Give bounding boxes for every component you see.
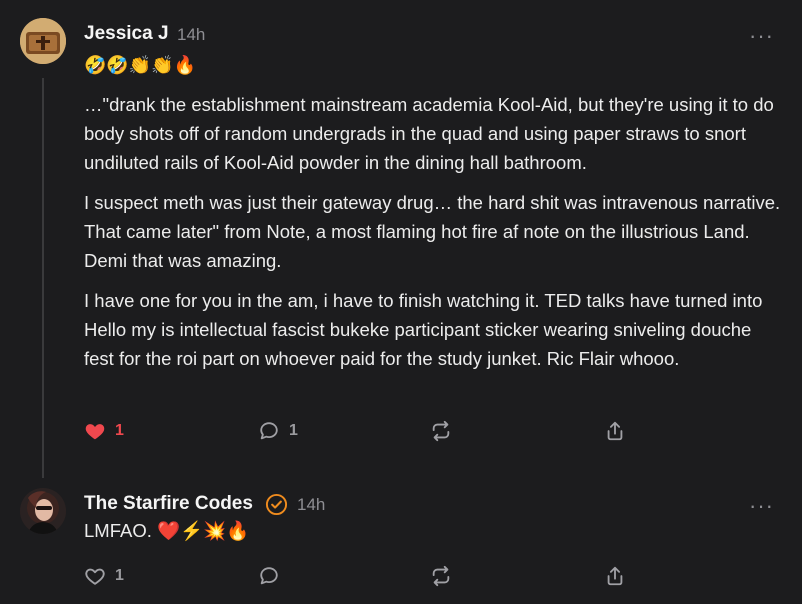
reply-comment-button[interactable] bbox=[258, 565, 280, 587]
post-actions-bar: 1 1 bbox=[84, 420, 644, 444]
share-icon bbox=[607, 421, 623, 441]
avatar-image bbox=[20, 488, 66, 534]
reply-share-button[interactable] bbox=[604, 565, 626, 587]
post-paragraph: I suspect meth was just their gateway dr… bbox=[84, 192, 781, 271]
post-more-options-button[interactable]: ··· bbox=[749, 25, 774, 47]
comment-button[interactable]: 1 bbox=[258, 420, 298, 442]
reply-like-button[interactable]: 1 bbox=[84, 565, 124, 587]
restack-icon bbox=[432, 420, 450, 442]
thread-connector-line bbox=[42, 78, 44, 478]
share-icon bbox=[607, 566, 623, 586]
like-button[interactable]: 1 bbox=[84, 420, 124, 442]
restack-button[interactable] bbox=[430, 420, 452, 442]
heart-outline-icon bbox=[85, 568, 105, 585]
post-timestamp[interactable]: 14h bbox=[177, 25, 205, 45]
avatar-image bbox=[20, 18, 66, 64]
heart-filled-icon bbox=[85, 424, 105, 440]
avatar-jessica[interactable] bbox=[20, 18, 66, 64]
reply-author-name[interactable]: The Starfire Codes bbox=[84, 493, 253, 515]
reply-body: LMFAO. ❤️⚡💥🔥 bbox=[84, 520, 250, 541]
reply-actions-bar: 1 bbox=[84, 565, 644, 589]
reply-like-count: 1 bbox=[115, 567, 124, 584]
verified-badge-icon bbox=[265, 493, 288, 521]
post-emoji-reactions: 🤣🤣👏👏🔥 bbox=[84, 55, 197, 75]
reply-restack-button[interactable] bbox=[430, 565, 452, 587]
reply-timestamp[interactable]: 14h bbox=[297, 495, 325, 515]
post-body: …"drank the establishment mainstream aca… bbox=[84, 90, 784, 384]
reply-more-options-button[interactable]: ··· bbox=[749, 495, 774, 517]
comment-count: 1 bbox=[289, 422, 298, 439]
comment-bubble-icon bbox=[260, 422, 278, 440]
post-paragraph: I have one for you in the am, i have to … bbox=[84, 290, 763, 369]
share-button[interactable] bbox=[604, 420, 626, 442]
comment-bubble-icon bbox=[260, 567, 278, 585]
post-paragraph: …"drank the establishment mainstream aca… bbox=[84, 94, 774, 173]
restack-icon bbox=[432, 565, 450, 587]
post-author-name[interactable]: Jessica J bbox=[84, 23, 169, 45]
like-count: 1 bbox=[115, 422, 124, 439]
avatar-starfire-codes[interactable] bbox=[20, 488, 66, 534]
